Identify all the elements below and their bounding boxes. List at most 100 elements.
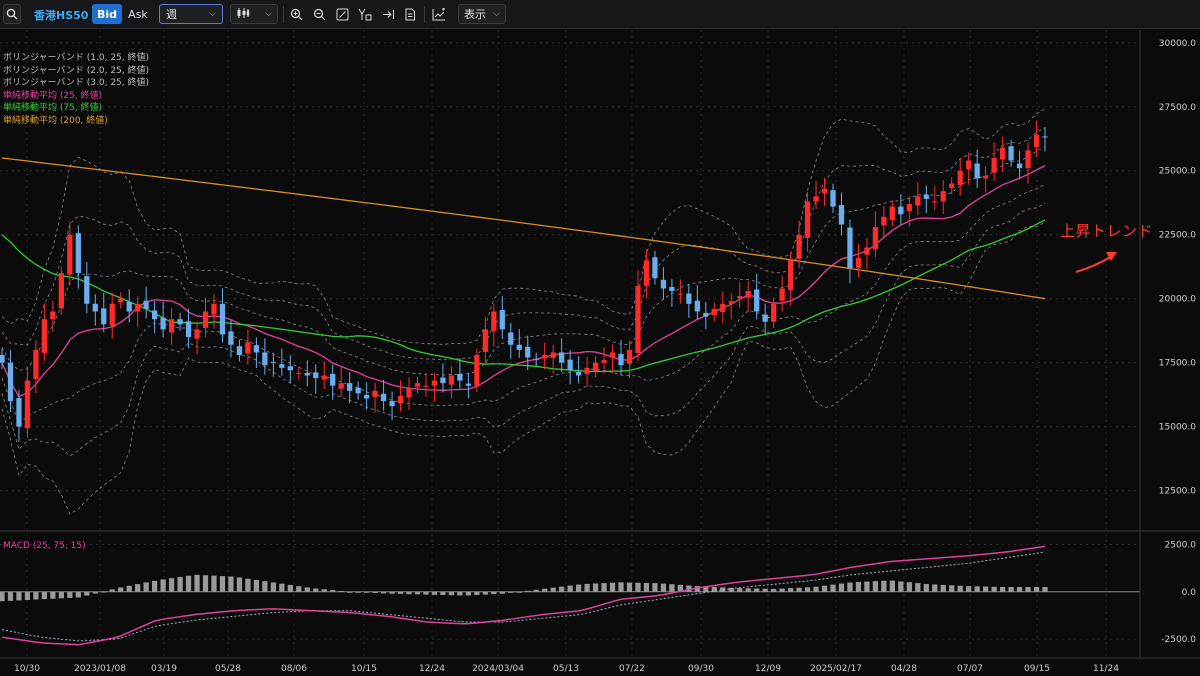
macd-histogram-bar: [363, 591, 370, 593]
time-tick-label: 12/09: [755, 664, 781, 674]
candle-body: [949, 183, 955, 189]
macd-histogram-bar: [966, 586, 972, 592]
candle-body: [448, 375, 455, 385]
macd-histogram-bar: [592, 583, 599, 592]
macd-histogram-bar: [626, 582, 633, 592]
candle-body: [465, 383, 472, 386]
legend-sma75[interactable]: 単純移動平均 (75, 終値): [3, 102, 149, 115]
candle-body: [279, 364, 285, 368]
candle-body: [932, 201, 938, 203]
candle-body: [270, 362, 276, 364]
macd-histogram-bar: [355, 591, 361, 593]
macd-histogram-bar: [24, 591, 31, 600]
macd-histogram-bar: [321, 589, 327, 592]
candle-body: [821, 188, 828, 194]
time-tick-label: 2023/01/08: [74, 664, 126, 674]
macd-histogram-bar: [287, 584, 293, 592]
candle-body: [160, 317, 166, 330]
candle-body: [58, 273, 64, 309]
trend-annotation: 上昇トレンド: [1060, 222, 1154, 240]
macd-histogram-bar: [915, 583, 921, 592]
price-tick-label: 30000.0: [1159, 39, 1196, 49]
candle-body: [118, 298, 124, 303]
macd-histogram-bar: [940, 584, 946, 592]
price-tick-label: 22500.0: [1159, 231, 1196, 241]
macd-histogram-bar: [660, 583, 667, 592]
candle-body: [185, 321, 192, 338]
bollinger-band-line: [1, 202, 1046, 457]
macd-signal-line: [1, 551, 1046, 642]
macd-histogram-bar: [380, 591, 387, 594]
macd-histogram-bar: [745, 588, 751, 592]
macd-histogram-bar: [575, 584, 582, 592]
candle-body: [67, 234, 73, 275]
candle-body: [720, 303, 726, 312]
candle-body: [194, 329, 200, 339]
legend-bb1[interactable]: ボリンジャーバンド (1.0, 25, 終値): [3, 52, 149, 65]
macd-histogram-bar: [109, 589, 115, 592]
macd-histogram-bar: [16, 591, 22, 601]
candle-body: [1025, 150, 1031, 169]
macd-histogram-bar: [194, 574, 200, 592]
macd-histogram-bar: [609, 582, 616, 592]
legend-sma200[interactable]: 単純移動平均 (200, 終値): [3, 115, 149, 128]
macd-histogram-bar: [152, 580, 158, 592]
macd-histogram-bar: [219, 576, 226, 592]
macd-histogram-bar: [372, 591, 378, 594]
candle-body: [474, 354, 480, 386]
candle-body: [999, 147, 1006, 160]
candle-body: [525, 346, 531, 358]
candle-body: [762, 314, 768, 322]
macd-histogram-bar: [737, 588, 743, 592]
macd-histogram-bar: [270, 582, 276, 592]
candle-body: [24, 380, 31, 429]
macd-legend[interactable]: MACD (25, 75, 15): [3, 541, 86, 551]
candle-body: [389, 401, 395, 407]
candle-body: [643, 260, 650, 286]
macd-histogram-bar: [33, 591, 39, 600]
macd-histogram-bar: [0, 591, 5, 602]
macd-histogram-bar: [67, 591, 73, 598]
candle-body: [516, 344, 522, 350]
time-tick-label: 03/19: [151, 664, 177, 674]
legend-bb2[interactable]: ボリンジャーバンド (2.0, 25, 終値): [3, 65, 149, 78]
macd-histogram-bar: [211, 575, 217, 592]
macd-histogram-bar: [143, 582, 149, 592]
candle-body: [881, 216, 887, 226]
candle-body: [847, 227, 853, 268]
macd-histogram-bar: [813, 586, 819, 592]
legend-sma25[interactable]: 単純移動平均 (25, 終値): [3, 90, 149, 103]
macd-histogram-bar: [414, 591, 421, 595]
macd-histogram-bar: [279, 583, 285, 592]
candle-body: [813, 196, 819, 202]
macd-histogram-bar: [474, 591, 480, 595]
candle-body: [898, 206, 904, 215]
macd-histogram-bar: [92, 591, 98, 594]
candle-body: [1016, 163, 1023, 169]
time-tick-label: 08/06: [281, 664, 307, 674]
candle-body: [703, 313, 709, 317]
candle-body: [168, 319, 175, 333]
candle-body: [414, 383, 421, 387]
price-chart[interactable]: 30000.0 27500.0 25000.0 22500.0 20000.0 17500…: [0, 0, 1200, 676]
candle-body: [355, 387, 361, 394]
macd-histogram-bar: [499, 591, 505, 594]
candle-body: [728, 301, 734, 304]
candle-body: [219, 303, 226, 335]
macd-histogram-bar: [550, 587, 556, 592]
macd-histogram-bar: [584, 583, 590, 592]
macd-histogram-bar: [126, 585, 132, 592]
candle-body: [804, 201, 811, 238]
legend-bb3[interactable]: ボリンジャーバンド (3.0, 25, 終値): [3, 77, 149, 90]
candle-body: [245, 342, 251, 354]
candle-body: [202, 311, 209, 328]
candle-body: [533, 359, 539, 361]
macd-histogram-bar: [389, 591, 395, 594]
macd-histogram-bar: [999, 586, 1006, 592]
candle-body: [592, 362, 599, 371]
candle-body: [771, 303, 777, 322]
candle-body: [423, 385, 429, 387]
macd-histogram-bar: [245, 578, 251, 592]
candle-body: [1033, 134, 1040, 148]
candle-body: [508, 332, 514, 345]
